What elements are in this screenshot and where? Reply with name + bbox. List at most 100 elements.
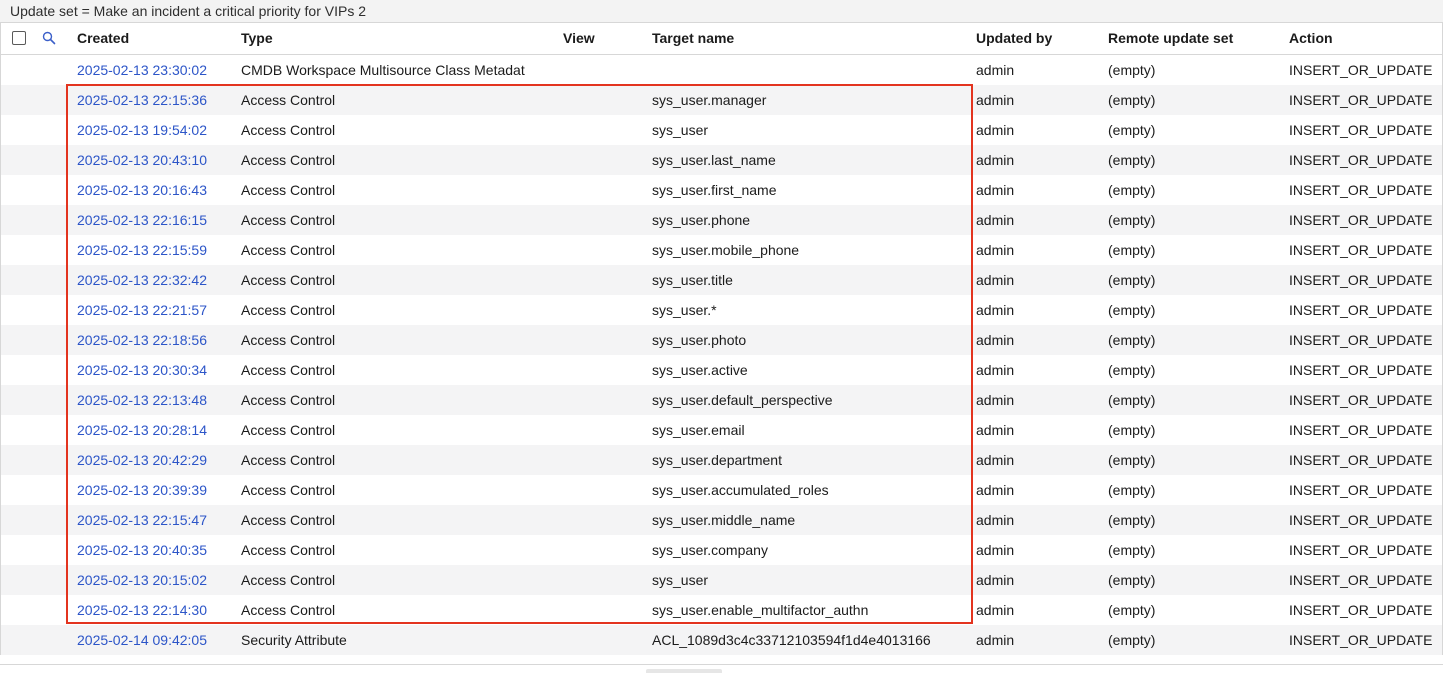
target-name-cell: sys_user.enable_multifactor_authn [652, 602, 869, 618]
created-link[interactable]: 2025-02-13 20:30:34 [77, 355, 207, 385]
created-link[interactable]: 2025-02-13 22:15:36 [77, 85, 207, 115]
target-name-cell: sys_user [652, 122, 709, 138]
updated-by-cell: admin [976, 302, 1015, 318]
table-row[interactable]: 2025-02-13 20:30:34 Access Control sys_use… [1, 355, 1442, 385]
table-row[interactable]: 2025-02-13 20:16:43 Access Control sys_use… [1, 175, 1442, 205]
column-header-action[interactable]: Action [1289, 23, 1333, 54]
remote-update-set-cell: (empty) [1108, 422, 1156, 438]
table-row[interactable]: 2025-02-13 22:32:42 Access Control sys_use… [1, 265, 1442, 295]
target-name-cell: sys_user.manager [652, 92, 767, 108]
type-cell: CMDB Workspace Multisource Class Metadat [241, 62, 525, 78]
horizontal-scrollbar[interactable] [646, 669, 722, 673]
remote-update-set-cell: (empty) [1108, 332, 1156, 348]
table-row[interactable]: 2025-02-13 22:15:59 Access Control sys_use… [1, 235, 1442, 265]
target-name-cell: sys_user.company [652, 542, 768, 558]
action-cell: INSERT_OR_UPDATE [1289, 632, 1433, 648]
created-link[interactable]: 2025-02-13 20:39:39 [77, 475, 207, 505]
remote-update-set-cell: (empty) [1108, 542, 1156, 558]
action-cell: INSERT_OR_UPDATE [1289, 62, 1433, 78]
updated-by-cell: admin [976, 632, 1015, 648]
created-link[interactable]: 2025-02-13 20:40:35 [77, 535, 207, 565]
created-link[interactable]: 2025-02-13 20:42:29 [77, 445, 207, 475]
type-cell: Access Control [241, 542, 336, 558]
column-header-created[interactable]: Created [77, 23, 129, 54]
action-cell: INSERT_OR_UPDATE [1289, 242, 1433, 258]
table-row[interactable]: 2025-02-13 20:40:35 Access Control sys_use… [1, 535, 1442, 565]
table-row[interactable]: 2025-02-13 22:13:48 Access Control sys_use… [1, 385, 1442, 415]
table-row[interactable]: 2025-02-13 20:15:02 Access Control sys_use… [1, 565, 1442, 595]
target-name-cell: sys_user.mobile_phone [652, 242, 800, 258]
remote-update-set-cell: (empty) [1108, 392, 1156, 408]
updated-by-cell: admin [976, 512, 1015, 528]
type-cell: Access Control [241, 122, 336, 138]
type-cell: Access Control [241, 512, 336, 528]
table-row[interactable]: 2025-02-13 22:15:47 Access Control sys_use… [1, 505, 1442, 535]
created-link[interactable]: 2025-02-13 22:18:56 [77, 325, 207, 355]
column-header-view[interactable]: View [563, 23, 595, 54]
created-link[interactable]: 2025-02-13 20:28:14 [77, 415, 207, 445]
updated-by-cell: admin [976, 272, 1015, 288]
created-link[interactable]: 2025-02-13 20:43:10 [77, 145, 207, 175]
table-row[interactable]: 2025-02-13 20:43:10 Access Control sys_use… [1, 145, 1442, 175]
table-row[interactable]: 2025-02-13 22:16:15 Access Control sys_use… [1, 205, 1442, 235]
updated-by-cell: admin [976, 62, 1015, 78]
action-cell: INSERT_OR_UPDATE [1289, 572, 1433, 588]
table-row[interactable]: 2025-02-13 20:39:39 Access Control sys_use… [1, 475, 1442, 505]
type-cell: Security Attribute [241, 632, 347, 648]
target-name-cell: sys_user.first_name [652, 182, 777, 198]
target-name-cell: sys_user.middle_name [652, 512, 796, 528]
created-link[interactable]: 2025-02-13 22:15:59 [77, 235, 207, 265]
action-cell: INSERT_OR_UPDATE [1289, 422, 1433, 438]
type-cell: Access Control [241, 392, 336, 408]
created-link[interactable]: 2025-02-13 22:14:30 [77, 595, 207, 625]
table-header: Created Type View Target name Updated by… [0, 23, 1443, 55]
table-row[interactable]: 2025-02-13 22:14:30 Access Control sys_use… [1, 595, 1442, 625]
remote-update-set-cell: (empty) [1108, 122, 1156, 138]
remote-update-set-cell: (empty) [1108, 62, 1156, 78]
created-link[interactable]: 2025-02-13 19:54:02 [77, 115, 207, 145]
created-link[interactable]: 2025-02-13 22:13:48 [77, 385, 207, 415]
table-row[interactable]: 2025-02-13 20:42:29 Access Control sys_use… [1, 445, 1442, 475]
created-link[interactable]: 2025-02-14 09:42:05 [77, 625, 207, 655]
remote-update-set-cell: (empty) [1108, 452, 1156, 468]
column-header-updated-by[interactable]: Updated by [976, 23, 1052, 54]
column-header-remote-update-set[interactable]: Remote update set [1108, 23, 1233, 54]
table-row[interactable]: 2025-02-13 22:15:36 Access Control sys_use… [1, 85, 1442, 115]
table-row[interactable]: 2025-02-13 23:30:02 CMDB Workspace Multis… [1, 55, 1442, 85]
action-cell: INSERT_OR_UPDATE [1289, 92, 1433, 108]
remote-update-set-cell: (empty) [1108, 482, 1156, 498]
table-row[interactable]: 2025-02-14 09:42:05 Security Attribute ACL… [1, 625, 1442, 655]
type-cell: Access Control [241, 422, 336, 438]
column-header-target-name[interactable]: Target name [652, 23, 734, 54]
updated-by-cell: admin [976, 572, 1015, 588]
created-link[interactable]: 2025-02-13 23:30:02 [77, 55, 207, 85]
table-bottom-border [0, 664, 1443, 665]
type-cell: Access Control [241, 332, 336, 348]
list-filter-breadcrumb[interactable]: Update set = Make an incident a critical… [0, 0, 1443, 23]
column-header-type[interactable]: Type [241, 23, 273, 54]
action-cell: INSERT_OR_UPDATE [1289, 362, 1433, 378]
target-name-cell: sys_user.photo [652, 332, 747, 348]
table-row[interactable]: 2025-02-13 22:18:56 Access Control sys_use… [1, 325, 1442, 355]
table-row[interactable]: 2025-02-13 20:28:14 Access Control sys_use… [1, 415, 1442, 445]
updated-by-cell: admin [976, 332, 1015, 348]
created-link[interactable]: 2025-02-13 22:15:47 [77, 505, 207, 535]
remote-update-set-cell: (empty) [1108, 272, 1156, 288]
type-cell: Access Control [241, 212, 336, 228]
action-cell: INSERT_OR_UPDATE [1289, 392, 1433, 408]
remote-update-set-cell: (empty) [1108, 602, 1156, 618]
table-row[interactable]: 2025-02-13 22:21:57 Access Control sys_use… [1, 295, 1442, 325]
type-cell: Access Control [241, 92, 336, 108]
action-cell: INSERT_OR_UPDATE [1289, 332, 1433, 348]
created-link[interactable]: 2025-02-13 22:21:57 [77, 295, 207, 325]
created-link[interactable]: 2025-02-13 20:16:43 [77, 175, 207, 205]
created-link[interactable]: 2025-02-13 22:32:42 [77, 265, 207, 295]
table-row[interactable]: 2025-02-13 19:54:02 Access Control sys_use… [1, 115, 1442, 145]
created-link[interactable]: 2025-02-13 22:16:15 [77, 205, 207, 235]
select-all-checkbox[interactable] [12, 31, 26, 45]
search-icon[interactable] [42, 31, 56, 45]
target-name-cell: ACL_1089d3c4c33712103594f1d4e4013166 [652, 632, 931, 648]
action-cell: INSERT_OR_UPDATE [1289, 482, 1433, 498]
type-cell: Access Control [241, 482, 336, 498]
created-link[interactable]: 2025-02-13 20:15:02 [77, 565, 207, 595]
